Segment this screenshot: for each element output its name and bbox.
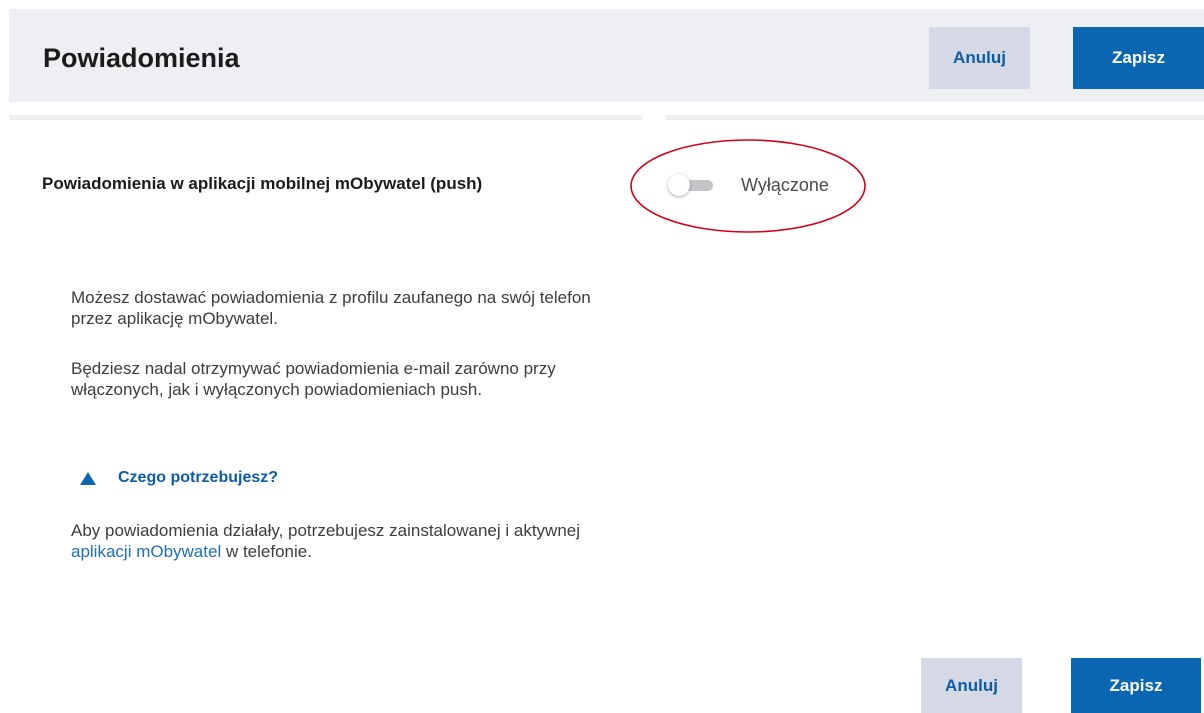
info-paragraph-3-end: w telefonie. [221, 542, 312, 561]
triangle-up-icon [80, 471, 96, 485]
info-paragraph-2: Będziesz nadal otrzymywać powiadomienia … [71, 359, 556, 399]
header-cancel-button[interactable]: Anuluj [929, 27, 1030, 89]
push-setting-label: Powiadomienia w aplikacji mobilnej mObyw… [42, 174, 483, 193]
section-divider-right [666, 115, 1204, 120]
info-paragraph-1: Możesz dostawać powiadomienia z profilu … [71, 288, 591, 328]
mobywatel-app-link[interactable]: aplikacji mObywatel [71, 542, 221, 561]
section-divider-left [9, 115, 642, 120]
push-toggle[interactable] [666, 174, 718, 196]
push-toggle-state: Wyłączone [741, 175, 829, 195]
header-save-button[interactable]: Zapisz [1073, 27, 1204, 89]
info-paragraph-3-start: Aby powiadomienia działały, potrzebujesz… [71, 521, 581, 540]
requirements-expander-label: Czego potrzebujesz? [118, 469, 279, 486]
info-paragraph-3: Aby powiadomienia działały, potrzebujesz… [71, 520, 591, 562]
toggle-thumb [668, 174, 690, 196]
footer-save-button[interactable]: Zapisz [1071, 658, 1201, 713]
footer-cancel-button[interactable]: Anuluj [921, 658, 1022, 713]
requirements-expander[interactable]: Czego potrzebujesz? [80, 469, 278, 487]
page-title: Powiadomienia [43, 43, 240, 73]
page: Powiadomienia Anuluj Zapisz Powiadomieni… [0, 0, 1204, 713]
